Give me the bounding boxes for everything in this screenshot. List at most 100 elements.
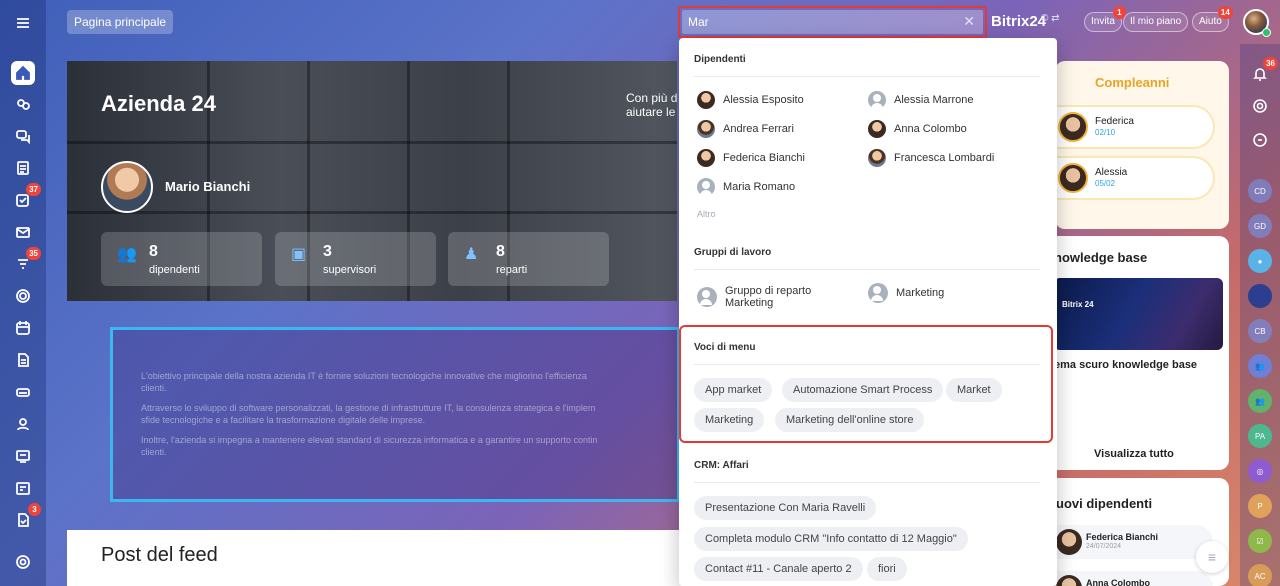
planner-icon[interactable] <box>11 476 35 500</box>
birthday-item[interactable]: Federica 02/10 <box>1055 105 1215 149</box>
drive-icon[interactable] <box>11 380 35 404</box>
copilot-icon[interactable]: ◎ <box>1248 459 1272 483</box>
contact-avatar[interactable]: CD <box>1248 179 1272 203</box>
new-employee-item[interactable]: Anna Colombo <box>1048 571 1213 586</box>
menu-chip[interactable]: App market <box>694 378 773 402</box>
menu-chip[interactable]: Market <box>946 378 1002 402</box>
search-input[interactable] <box>682 10 942 34</box>
id-card-icon: ▣ <box>291 246 307 263</box>
employee-result[interactable]: Francesca Lombardi <box>868 148 994 168</box>
contacts-icon[interactable] <box>11 412 35 436</box>
birthday-name: Alessia <box>1095 167 1128 178</box>
clear-icon[interactable]: ✕ <box>963 13 975 30</box>
company-title: Azienda 24 <box>101 91 216 116</box>
contact-avatar[interactable]: CB <box>1248 319 1272 343</box>
avatar <box>697 178 715 196</box>
news-icon[interactable] <box>11 156 35 180</box>
brand-logo[interactable]: Bitrix24 <box>991 13 1046 30</box>
crm-chip[interactable]: Contact #11 - Canale aperto 2 <box>694 557 863 581</box>
checklist-icon[interactable]: ☑ <box>1248 529 1272 553</box>
at-icon[interactable] <box>1248 94 1272 118</box>
ceo-avatar[interactable] <box>101 161 153 213</box>
calendar-icon[interactable] <box>11 316 35 340</box>
crm-chip[interactable]: Completa modulo CRM "Info contatto di 12… <box>694 527 968 551</box>
mail-icon[interactable] <box>11 220 35 244</box>
avatar <box>697 149 715 167</box>
divider <box>694 269 1040 270</box>
menu-chip[interactable]: Automazione Smart Process <box>782 378 944 402</box>
contact-avatar[interactable]: P <box>1248 494 1272 518</box>
contact-avatar[interactable]: PA <box>1248 424 1272 448</box>
menu-icon[interactable] <box>11 11 35 35</box>
knowledge-card-label: Bitrix 24 <box>1062 300 1094 309</box>
menu-chip[interactable]: Marketing dell'online store <box>775 408 925 432</box>
list-menu-icon[interactable]: ≡ <box>1196 541 1228 573</box>
employee-result[interactable]: Andrea Ferrari <box>697 119 794 139</box>
chat-icon[interactable] <box>11 124 35 148</box>
feed-icon[interactable]: 35 <box>11 247 41 276</box>
knowledge-item[interactable]: ema scuro knowledge base <box>1054 359 1197 371</box>
stat-value: 8 <box>149 243 158 260</box>
birthday-item[interactable]: Alessia 05/02 <box>1055 156 1215 200</box>
birthday-date: 05/02 <box>1095 179 1116 188</box>
group-icon[interactable]: 👥 <box>1248 389 1272 413</box>
target-icon[interactable] <box>11 284 35 308</box>
tasks-icon[interactable]: 37 <box>11 183 41 212</box>
company-blurb: Con più d aiutare le <box>626 91 677 119</box>
group-icon[interactable]: 👥 <box>1248 354 1272 378</box>
stat-supervisors[interactable]: ▣ 3 supervisori <box>275 232 436 286</box>
contact-avatar[interactable]: GD <box>1248 214 1272 238</box>
groups-section-title: Gruppi di lavoro <box>694 247 772 258</box>
help-button[interactable]: Aiuto 14 <box>1192 6 1233 32</box>
mission-banner: L'obiettivo principale della nostra azie… <box>110 327 680 502</box>
stat-departments[interactable]: ♟ 8 reparti <box>448 232 609 286</box>
right-rail: 36 CD GD ● CB 👥 👥 PA ◎ P ☑ AC <box>1240 44 1280 586</box>
crm-chip[interactable]: fiori <box>867 557 907 581</box>
more-link[interactable]: Altro <box>697 209 716 219</box>
collab-icon[interactable] <box>11 92 35 116</box>
tasks-badge: 37 <box>26 183 41 196</box>
automation-badge: 3 <box>28 503 41 516</box>
invite-button[interactable]: Invita 1 <box>1084 6 1126 32</box>
contact-avatar[interactable]: AC <box>1248 564 1272 586</box>
new-employee-name: Federica Bianchi <box>1086 532 1159 542</box>
group-icon <box>868 283 888 303</box>
employee-result[interactable]: Federica Bianchi <box>697 148 805 168</box>
mission-text: Attraverso lo sviluppo di software perso… <box>141 403 596 425</box>
docs-icon[interactable] <box>11 348 35 372</box>
search-box[interactable]: ✕ <box>682 10 983 34</box>
menu-chip[interactable]: Marketing <box>694 408 765 432</box>
brand-suffix: © ⇄ <box>1041 13 1060 24</box>
stat-employees[interactable]: 👥 8 dipendenti <box>101 232 262 286</box>
blurb-line: Con più d <box>626 91 677 105</box>
employee-result[interactable]: Maria Romano <box>697 177 795 197</box>
ceo-name[interactable]: Mario Bianchi <box>165 179 250 194</box>
group-result[interactable]: Marketing <box>868 279 944 307</box>
crm-section-title: CRM: Affari <box>694 460 749 471</box>
crm-chip[interactable]: Presentazione Con Maria Ravelli <box>694 496 877 520</box>
home-icon[interactable] <box>11 61 35 85</box>
automation-icon[interactable]: 3 <box>11 503 41 532</box>
plan-button[interactable]: Il mio piano <box>1123 12 1189 32</box>
birthdays-title: Compleanni <box>1095 75 1170 90</box>
knowledge-card[interactable]: Bitrix 24 <box>1054 278 1223 350</box>
bell-icon[interactable]: 36 <box>1248 57 1278 86</box>
contact-avatar-photo[interactable] <box>1248 284 1272 308</box>
view-all-link[interactable]: Visualizza tutto <box>1094 448 1174 460</box>
group-result[interactable]: Gruppo di reparto Marketing <box>697 283 811 311</box>
group-name: Marketing <box>896 287 945 299</box>
employee-result[interactable]: Alessia Marrone <box>868 90 973 110</box>
search-chat-icon[interactable] <box>1248 128 1272 152</box>
chat-bubble-icon[interactable]: ● <box>1248 249 1272 273</box>
employee-result[interactable]: Anna Colombo <box>868 119 967 139</box>
feed-badge: 35 <box>26 247 41 260</box>
new-employee-item[interactable]: Federica Bianchi 24/07/2024 <box>1048 525 1213 559</box>
birthday-name: Federica <box>1095 116 1134 127</box>
home-breadcrumb[interactable]: Pagina principale <box>67 10 174 34</box>
settings-icon[interactable] <box>11 550 35 574</box>
crm-icon[interactable] <box>11 444 35 468</box>
employee-name: Francesca Lombardi <box>894 152 995 164</box>
employee-result[interactable]: Alessia Esposito <box>697 90 804 110</box>
blurb-line: aiutare le <box>626 105 676 119</box>
birthdays-widget: Compleanni Federica 02/10 Alessia 05/02 <box>1055 61 1229 229</box>
